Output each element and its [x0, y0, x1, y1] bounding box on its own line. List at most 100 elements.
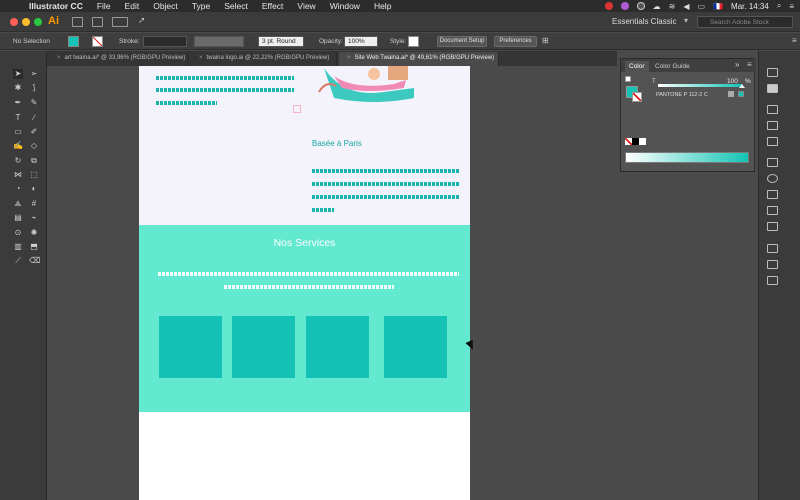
export-icon[interactable]	[767, 260, 778, 269]
shape-builder-tool-icon[interactable]: ◔	[13, 184, 23, 194]
placeholder-text-line[interactable]	[156, 88, 294, 92]
gradient-tool-icon[interactable]: ▤	[13, 213, 23, 223]
shaper-tool-icon[interactable]: ✍	[13, 141, 23, 151]
rectangle-tool-icon[interactable]: ▭	[13, 127, 23, 137]
magic-wand-tool-icon[interactable]: ✱	[13, 83, 23, 93]
artboards-icon[interactable]	[767, 276, 778, 285]
type-tool-icon[interactable]: T	[13, 113, 23, 123]
close-tab-icon[interactable]: ×	[347, 55, 351, 61]
hand-tool-icon[interactable]	[13, 257, 23, 267]
placeholder-text-line[interactable]	[312, 208, 334, 212]
out-of-web-color-icon[interactable]	[728, 91, 734, 97]
eraser-tool-icon[interactable]: ◇	[29, 141, 39, 151]
stroke-swatch[interactable]	[92, 36, 103, 47]
lasso-tool-icon[interactable]: ⟆	[29, 83, 39, 93]
menu-file[interactable]: File	[90, 1, 118, 11]
tab-twaina-logo[interactable]: × twaina logo.ai @ 22,22% (RGB/GPU Previe…	[191, 52, 337, 66]
arrange-icon[interactable]: ⊞	[542, 36, 549, 45]
creative-cloud-icon[interactable]	[604, 2, 613, 10]
placeholder-text-line[interactable]	[224, 285, 394, 289]
spotlight-search-icon[interactable]: ⌕	[777, 1, 781, 11]
none-color-swatch[interactable]	[625, 138, 632, 145]
free-transform-tool-icon[interactable]: ⬚	[29, 170, 39, 180]
graphic-styles-icon[interactable]	[767, 222, 778, 231]
white-swatch[interactable]	[639, 138, 646, 145]
services-title[interactable]: Nos Services	[139, 237, 470, 249]
notification-center-icon[interactable]: ≡	[789, 2, 794, 11]
menu-view[interactable]: View	[290, 1, 322, 11]
placeholder-text-line[interactable]	[158, 272, 459, 276]
color-panel-icon[interactable]	[767, 84, 778, 93]
close-window-button[interactable]	[10, 18, 18, 26]
brush-definition-select[interactable]: 3 pt. Round	[258, 36, 304, 47]
service-card[interactable]	[306, 316, 369, 378]
services-section[interactable]: Nos Services	[139, 225, 470, 412]
minimize-window-button[interactable]	[22, 18, 30, 26]
tab-color[interactable]: Color	[625, 61, 649, 72]
anchor-point-marker[interactable]	[293, 105, 301, 113]
curvature-tool-icon[interactable]: ✎	[29, 98, 39, 108]
layers-icon[interactable]	[767, 244, 778, 253]
cloud-icon[interactable]: ☁	[653, 2, 661, 11]
menu-type[interactable]: Type	[185, 1, 217, 11]
menu-edit[interactable]: Edit	[118, 1, 147, 11]
service-card[interactable]	[232, 316, 295, 378]
color-spectrum-bar[interactable]	[625, 152, 749, 163]
scale-tool-icon[interactable]: ⧉	[29, 156, 39, 166]
stroke-panel-icon[interactable]	[767, 158, 778, 167]
panel-menu-icon[interactable]: ≡	[747, 60, 752, 69]
pen-tool-icon[interactable]: ✒	[13, 98, 23, 108]
workspace-chevron-icon[interactable]: ▾	[684, 16, 688, 25]
swatches-icon[interactable]	[767, 121, 778, 130]
symbols-icon[interactable]	[767, 206, 778, 215]
wifi-icon[interactable]: ≋	[669, 2, 676, 11]
tab-color-guide[interactable]: Color Guide	[651, 61, 694, 72]
stroke-weight-field[interactable]	[143, 36, 187, 47]
gradient-panel-icon[interactable]	[767, 174, 778, 183]
tab-art-twaina[interactable]: × art twaina.ai* @ 33,96% (RGB/GPU Previe…	[49, 52, 189, 66]
line-tool-icon[interactable]: ∕	[29, 113, 39, 123]
tint-value[interactable]: 100	[727, 78, 738, 85]
close-tab-icon[interactable]: ×	[57, 55, 61, 61]
placeholder-text-line[interactable]	[312, 169, 460, 173]
eraser-slice-tool-icon[interactable]: ⌫	[29, 256, 40, 266]
menu-select[interactable]: Select	[217, 1, 255, 11]
width-tool-icon[interactable]: ⋈	[13, 170, 23, 180]
language-flag[interactable]: 🇫🇷	[713, 2, 723, 11]
menu-help[interactable]: Help	[367, 1, 398, 11]
libraries-icon[interactable]	[767, 68, 778, 77]
zoom-window-button[interactable]	[34, 18, 42, 26]
stroke-color-swatch[interactable]	[632, 92, 642, 102]
document-setup-button[interactable]: Document Setup	[437, 36, 487, 47]
rotate-tool-icon[interactable]: ↻	[13, 156, 23, 166]
location-subtitle[interactable]: Basée à Paris	[312, 139, 362, 148]
stock-icon[interactable]	[92, 17, 103, 27]
closest-color-icon[interactable]	[738, 91, 744, 97]
opacity-field[interactable]: 100%	[344, 36, 378, 47]
default-colors-icon[interactable]	[625, 76, 631, 82]
transparency-panel-icon[interactable]	[767, 190, 778, 199]
symbol-sprayer-tool-icon[interactable]: ✺	[29, 228, 39, 238]
gpu-rocket-icon[interactable]: ➚	[138, 15, 146, 26]
placeholder-text-line[interactable]	[312, 182, 460, 186]
artboard-tool-icon[interactable]: ⬒	[29, 242, 39, 252]
black-swatch[interactable]	[632, 138, 639, 145]
app-status-icon[interactable]	[620, 2, 629, 10]
workspace-switcher[interactable]: Essentials Classic	[612, 17, 676, 26]
hero-illustration[interactable]	[314, 66, 424, 106]
direct-selection-tool-icon[interactable]: ➢	[29, 69, 39, 79]
blend-tool-icon[interactable]: ⊙	[13, 228, 23, 238]
selection-tool-icon[interactable]: ➤	[13, 69, 23, 79]
paintbrush-tool-icon[interactable]: ✐	[29, 127, 39, 137]
perspective-grid-tool-icon[interactable]: ⟁	[13, 199, 23, 209]
volume-icon[interactable]: ◀	[683, 2, 689, 11]
menubar-clock[interactable]: Mar. 14:34	[731, 2, 769, 11]
properties-icon[interactable]	[767, 105, 778, 114]
bridge-icon[interactable]	[72, 17, 83, 27]
settings-status-icon[interactable]	[636, 2, 645, 10]
graphic-style-swatch[interactable]	[408, 36, 419, 47]
menu-window[interactable]: Window	[323, 1, 367, 11]
arrange-documents-icon[interactable]	[112, 17, 128, 27]
collapse-panel-icon[interactable]: »	[735, 60, 739, 69]
placeholder-text-line[interactable]	[156, 76, 294, 80]
